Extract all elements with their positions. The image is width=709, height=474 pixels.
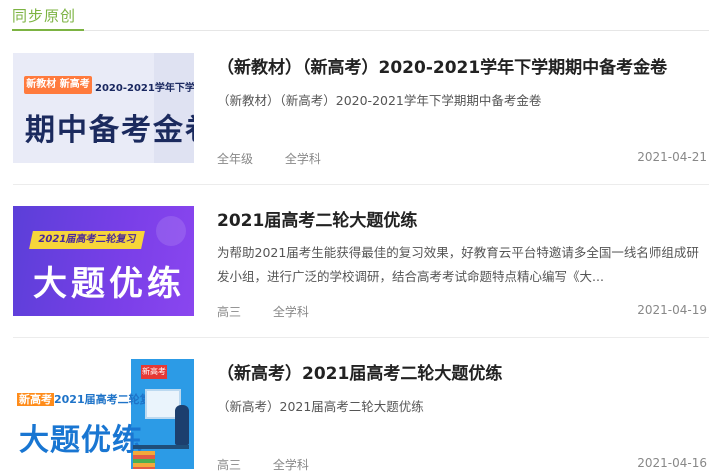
item-meta: 高三 全学科 bbox=[217, 456, 337, 473]
section-divider bbox=[12, 30, 709, 31]
person-illustration bbox=[175, 405, 189, 445]
item-subject: 全学科 bbox=[284, 152, 321, 166]
thumbnail-headline: 期中备考金卷 bbox=[25, 113, 194, 148]
thumbnail-subtitle: 2020-2021学年下学期 bbox=[95, 83, 194, 94]
section-header: 同步原创 bbox=[0, 0, 709, 33]
books-illustration bbox=[133, 451, 155, 469]
list-item[interactable]: 新教材 新高考 2020-2021学年下学期 期中备考金卷 （新教材）（新高考）… bbox=[0, 33, 709, 185]
item-meta: 全年级 全学科 bbox=[217, 150, 349, 167]
section-title: 同步原创 bbox=[12, 7, 77, 25]
item-date: 2021-04-21 bbox=[637, 150, 707, 164]
item-subject: 全学科 bbox=[272, 305, 309, 319]
item-thumbnail[interactable]: 新教材 新高考 2020-2021学年下学期 期中备考金卷 bbox=[13, 53, 194, 163]
item-thumbnail[interactable]: 新高考 新高考 2021届高考二轮复习 大题优练 bbox=[13, 359, 194, 469]
thumbnail-tag: 新教材 新高考 bbox=[24, 76, 92, 94]
list-item[interactable]: 2021届高考二轮复习 大题优练 2021届高考二轮大题优练 为帮助2021届考… bbox=[0, 186, 709, 338]
thumbnail-decoration bbox=[156, 216, 186, 246]
list-item[interactable]: 新高考 新高考 2021届高考二轮复习 大题优练 （新高考）2021届高考二轮大题… bbox=[0, 339, 709, 474]
item-title[interactable]: 2021届高考二轮大题优练 bbox=[217, 206, 417, 231]
thumbnail-headline: 大题优练 bbox=[19, 423, 143, 458]
item-thumbnail[interactable]: 2021届高考二轮复习 大题优练 bbox=[13, 206, 194, 316]
thumbnail-subtitle: 新高考 2021届高考二轮复习 bbox=[17, 391, 162, 407]
item-date: 2021-04-19 bbox=[637, 303, 707, 317]
section-title-underline bbox=[12, 29, 84, 31]
item-meta: 高三 全学科 bbox=[217, 303, 337, 320]
thumbnail-flag: 新高考 bbox=[141, 365, 167, 379]
item-subject: 全学科 bbox=[272, 458, 309, 472]
item-description: （新高考）2021届高考二轮大题优练 bbox=[217, 399, 424, 414]
item-description: 为帮助2021届考生能获得最佳的复习效果，好教育云平台特邀请多全国一线名师组成研… bbox=[217, 245, 699, 284]
item-grade: 全年级 bbox=[217, 152, 254, 166]
desk-illustration bbox=[133, 445, 189, 449]
item-grade: 高三 bbox=[217, 305, 242, 319]
thumbnail-headline: 大题优练 bbox=[33, 264, 185, 304]
thumbnail-banner: 2021届高考二轮复习 bbox=[29, 231, 145, 249]
item-divider bbox=[13, 337, 709, 338]
item-grade: 高三 bbox=[217, 458, 242, 472]
item-date: 2021-04-16 bbox=[637, 456, 707, 470]
thumbnail-prefix: 新高考 bbox=[17, 393, 54, 406]
item-description: （新教材）（新高考）2020-2021学年下学期期中备考金卷 bbox=[217, 93, 542, 108]
item-title[interactable]: （新高考）2021届高考二轮大题优练 bbox=[217, 359, 502, 384]
item-title[interactable]: （新教材）（新高考）2020-2021学年下学期期中备考金卷 bbox=[217, 53, 667, 78]
item-divider bbox=[13, 184, 709, 185]
